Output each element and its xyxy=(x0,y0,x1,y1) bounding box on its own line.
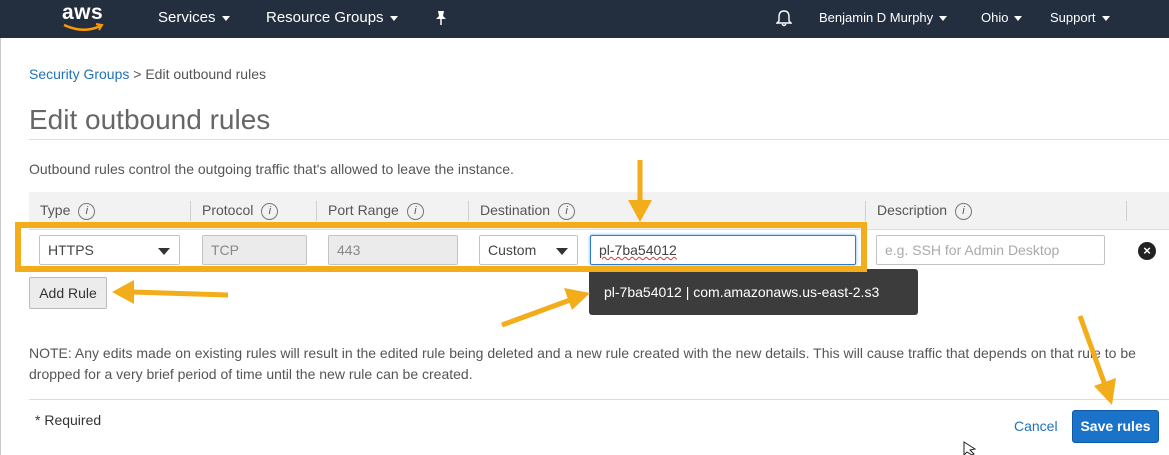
aws-smile-logo-icon xyxy=(63,23,104,31)
column-separator xyxy=(468,201,469,221)
breadcrumb-link-security-groups[interactable]: Security Groups xyxy=(29,66,129,82)
divider xyxy=(29,139,1169,140)
bell-icon[interactable] xyxy=(776,9,792,27)
support-menu[interactable]: Support xyxy=(1050,0,1110,38)
divider xyxy=(29,399,1169,400)
resource-groups-label: Resource Groups xyxy=(266,9,384,26)
chevron-down-icon xyxy=(1014,16,1023,22)
breadcrumb: Security Groups > Edit outbound rules xyxy=(29,66,266,82)
chevron-down-icon xyxy=(389,15,398,21)
description-input-placeholder: e.g. SSH for Admin Desktop xyxy=(885,242,1060,258)
region-label: Ohio xyxy=(981,10,1009,25)
aws-logo[interactable]: aws xyxy=(62,1,103,25)
page-title: Edit outbound rules xyxy=(29,104,271,135)
edit-note: NOTE: Any edits made on existing rules w… xyxy=(29,345,1136,382)
region-menu[interactable]: Ohio xyxy=(981,0,1023,38)
page-description: Outbound rules control the outgoing traf… xyxy=(29,161,514,177)
column-separator xyxy=(190,201,191,221)
column-separator xyxy=(1126,201,1127,221)
remove-rule-icon[interactable]: × xyxy=(1138,242,1156,260)
add-rule-button[interactable]: Add Rule xyxy=(29,277,107,309)
pin-icon[interactable] xyxy=(434,10,448,26)
breadcrumb-separator: > xyxy=(133,66,142,82)
chevron-down-icon xyxy=(221,15,230,21)
user-name: Benjamin D Murphy xyxy=(819,10,934,25)
info-icon[interactable]: i xyxy=(558,202,576,220)
info-icon[interactable]: i xyxy=(955,202,973,220)
top-nav-bar: aws Services Resource Groups Benjamin D … xyxy=(0,0,1169,38)
annotation-highlight-box xyxy=(15,222,867,272)
column-separator xyxy=(865,201,866,221)
required-note: * Required xyxy=(35,412,102,428)
save-rules-button[interactable]: Save rules xyxy=(1072,410,1159,443)
column-header-port-range-label: Port Range xyxy=(328,202,399,218)
column-header-protocol-label: Protocol xyxy=(202,202,254,218)
column-header-description-label: Description xyxy=(877,202,948,218)
prefix-list-suggestion[interactable]: pl-7ba54012 | com.amazonaws.us-east-2.s3 xyxy=(589,269,918,315)
support-label: Support xyxy=(1050,10,1096,25)
services-menu[interactable]: Services xyxy=(158,0,230,38)
column-header-destination-label: Destination xyxy=(480,202,551,218)
info-icon[interactable]: i xyxy=(261,202,279,220)
user-menu[interactable]: Benjamin D Murphy xyxy=(819,0,948,38)
column-header-type-label: Type xyxy=(40,202,71,218)
services-label: Services xyxy=(158,9,216,26)
breadcrumb-current: Edit outbound rules xyxy=(145,66,266,82)
info-icon[interactable]: i xyxy=(406,202,424,220)
column-separator xyxy=(316,201,317,221)
resource-groups-menu[interactable]: Resource Groups xyxy=(266,0,398,38)
description-input[interactable]: e.g. SSH for Admin Desktop xyxy=(876,235,1105,265)
chevron-down-icon xyxy=(939,16,948,22)
info-icon[interactable]: i xyxy=(78,202,96,220)
cancel-button[interactable]: Cancel xyxy=(1014,418,1058,434)
chevron-down-icon xyxy=(1101,16,1110,22)
column-header-description: Description i xyxy=(877,192,973,229)
